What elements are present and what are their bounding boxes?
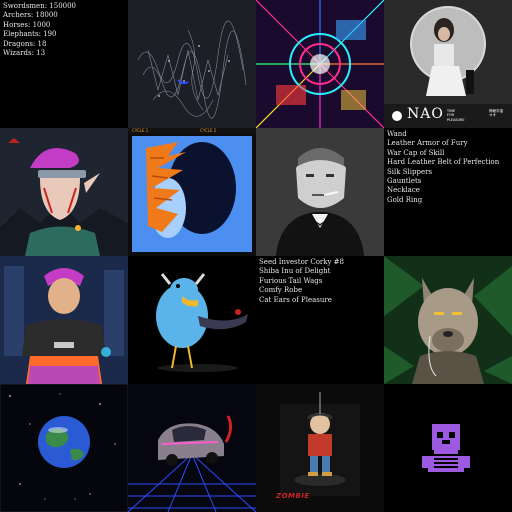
cyber-character-art	[0, 256, 128, 384]
elf-warrior-art	[0, 128, 128, 256]
corky-item: Comfy Robe	[259, 286, 303, 295]
tile-corky-list[interactable]: Seed Investor Corky #8 Shiba Inu of Deli…	[256, 256, 384, 384]
psychedelic-neon-art	[256, 0, 384, 128]
tile-flame-portrait[interactable]: CYCLE 1 CYCLE 2	[128, 128, 256, 256]
nao-japanese: 神秘宇宙 オオ	[489, 109, 504, 118]
army-stats-text: Swordsmen: 150000 Archers: 18000 Horses:…	[3, 2, 76, 58]
nao-subtitle: TIME FOR PLEASURE	[447, 109, 465, 122]
smoker-portrait-art	[256, 128, 384, 256]
army-line: Dragons: 18	[3, 39, 47, 48]
army-line: Horses: 1000	[3, 20, 51, 29]
army-line: Archers: 18000	[3, 11, 58, 20]
loot-item: Gauntlets	[387, 177, 422, 186]
tile-loot-list[interactable]: Wand Leather Armor of Fury War Cap of Sk…	[384, 128, 512, 256]
corky-list-text: Seed Investor Corky #8 Shiba Inu of Deli…	[259, 258, 344, 305]
earth-space-art	[0, 384, 128, 512]
corky-item: Furious Tail Wags	[259, 276, 323, 285]
tile-zombie-figure[interactable]: ZOMBIE	[256, 384, 384, 512]
hyena-portrait-art	[384, 256, 512, 384]
corky-item: Shiba Inu of Delight	[259, 267, 331, 276]
loot-list-text: Wand Leather Armor of Fury War Cap of Sk…	[387, 130, 499, 205]
tile-nao-poster[interactable]: NAO TIME FOR PLEASURE 神秘宇宙 オオ	[384, 0, 512, 128]
nao-title: NAO	[407, 106, 444, 122]
corky-item: Cat Ears of Pleasure	[259, 295, 332, 304]
tile-cyber-character[interactable]	[0, 256, 128, 384]
tile-army-stats[interactable]: Swordsmen: 150000 Archers: 18000 Horses:…	[0, 0, 128, 128]
army-line: Elephants: 190	[3, 30, 57, 39]
purple-skeleton-art	[384, 384, 512, 512]
army-line: Swordsmen: 150000	[3, 2, 77, 10]
tile-earth-space[interactable]	[0, 384, 128, 512]
loot-item: War Cap of Skill	[387, 148, 445, 157]
topbar-right-label: CYCLE 2	[200, 128, 217, 133]
loot-item: Hard Leather Belt of Perfection	[387, 158, 500, 167]
nft-gallery-grid: Swordsmen: 150000 Archers: 18000 Horses:…	[0, 0, 512, 512]
corky-item: Seed Investor Corky #8	[259, 258, 345, 266]
army-line: Wizards: 13	[3, 49, 46, 58]
flame-portrait-art	[128, 128, 256, 256]
blue-bird-art	[128, 256, 256, 384]
loot-item: Silk Slippers	[387, 167, 433, 176]
car-neon-grid-art	[128, 384, 256, 512]
tile-purple-skeleton[interactable]	[384, 384, 512, 512]
topbar-left-label: CYCLE 1	[132, 128, 149, 133]
circle-icon	[392, 111, 402, 121]
glitch-scribble-art	[128, 0, 256, 128]
tile-car-neon-grid[interactable]	[128, 384, 256, 512]
tile-elf-warrior[interactable]	[0, 128, 128, 256]
loot-item: Wand	[387, 130, 407, 138]
loot-item: Necklace	[387, 186, 420, 195]
tile-psychedelic-neon[interactable]	[256, 0, 384, 128]
tile-glitch-scribble[interactable]	[128, 0, 256, 128]
nao-logo: NAO TIME FOR PLEASURE 神秘宇宙 オオ	[390, 105, 508, 125]
loot-item: Leather Armor of Fury	[387, 139, 468, 148]
flame-topbar: CYCLE 1 CYCLE 2	[128, 128, 256, 134]
tile-blue-bird[interactable]	[128, 256, 256, 384]
loot-item: Gold Ring	[387, 195, 423, 204]
tile-smoker-portrait[interactable]	[256, 128, 384, 256]
tile-hyena-portrait[interactable]	[384, 256, 512, 384]
zombie-label: ZOMBIE	[276, 492, 310, 500]
